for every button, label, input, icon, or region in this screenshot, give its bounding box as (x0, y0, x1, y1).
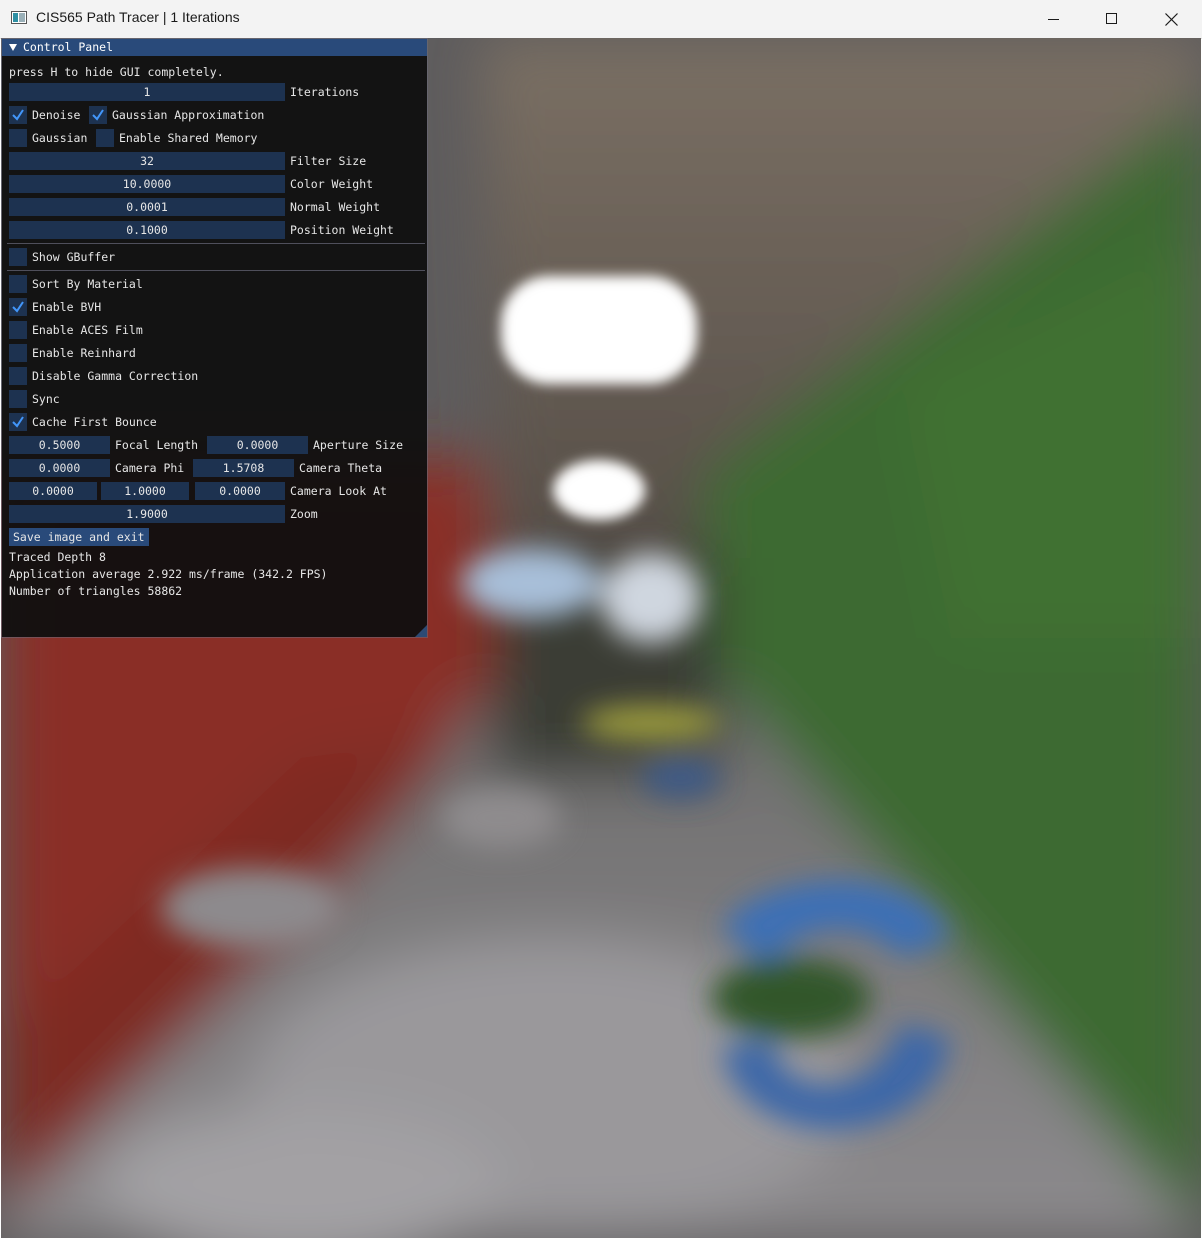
normal-weight-label: Normal Weight (290, 200, 381, 214)
panel-header[interactable]: Control Panel (2, 39, 427, 56)
maximize-button[interactable] (1083, 0, 1141, 38)
color-weight-input[interactable]: 10.0000 (9, 175, 285, 193)
zoom-input[interactable]: 1.9000 (9, 505, 285, 523)
separator (7, 270, 425, 271)
aperture-size-input[interactable]: 0.0000 (207, 436, 308, 454)
sync-checkbox[interactable] (9, 390, 27, 408)
look-at-label: Camera Look At (290, 484, 387, 498)
normal-weight-input[interactable]: 0.0001 (9, 198, 285, 216)
enable-bvh-checkbox[interactable] (9, 298, 27, 316)
disable-gamma-checkbox[interactable] (9, 367, 27, 385)
aperture-size-label: Aperture Size (313, 438, 404, 452)
minimize-button[interactable] (1025, 0, 1083, 38)
zoom-label: Zoom (290, 507, 318, 521)
look-at-z-input[interactable]: 0.0000 (195, 482, 285, 500)
sort-by-material-checkbox[interactable] (9, 275, 27, 293)
camera-phi-input[interactable]: 0.0000 (9, 459, 110, 477)
triangle-count-text: Number of triangles 58862 (9, 584, 183, 598)
cache-first-bounce-label: Cache First Bounce (32, 415, 157, 429)
show-gbuffer-label: Show GBuffer (32, 250, 116, 264)
position-weight-input[interactable]: 0.1000 (9, 221, 285, 239)
save-image-button[interactable]: Save image and exit (9, 528, 149, 546)
sync-label: Sync (32, 392, 60, 406)
gaussian-label: Gaussian (32, 131, 88, 145)
minimize-icon (1048, 19, 1059, 20)
resize-grip-icon[interactable] (415, 625, 427, 637)
close-button[interactable] (1142, 0, 1200, 38)
disable-gamma-label: Disable Gamma Correction (32, 369, 199, 383)
maximize-icon (1106, 13, 1117, 24)
enable-bvh-label: Enable BVH (32, 300, 102, 314)
gaussian-checkbox[interactable] (9, 129, 27, 147)
enable-aces-checkbox[interactable] (9, 321, 27, 339)
focal-length-input[interactable]: 0.5000 (9, 436, 110, 454)
filter-size-slider[interactable]: 32 (9, 152, 285, 170)
hint-text: press H to hide GUI completely. (9, 65, 224, 79)
denoise-label: Denoise (32, 108, 81, 122)
window-title: CIS565 Path Tracer | 1 Iterations (36, 9, 240, 25)
traced-depth-text: Traced Depth 8 (9, 550, 106, 564)
close-icon (1164, 12, 1178, 26)
cache-first-bounce-checkbox[interactable] (9, 413, 27, 431)
app-average-text: Application average 2.922 ms/frame (342.… (9, 567, 328, 581)
checkmark-icon (12, 301, 24, 313)
title-bar[interactable]: CIS565 Path Tracer | 1 Iterations (0, 0, 1202, 39)
separator (7, 243, 425, 244)
iterations-slider[interactable]: 1 (9, 83, 285, 101)
sort-by-material-label: Sort By Material (32, 277, 143, 291)
control-panel[interactable]: Control Panel press H to hide GUI comple… (2, 39, 427, 637)
focal-length-label: Focal Length (115, 438, 199, 452)
camera-theta-label: Camera Theta (299, 461, 383, 475)
denoise-checkbox[interactable] (9, 106, 27, 124)
camera-theta-input[interactable]: 1.5708 (193, 459, 294, 477)
position-weight-label: Position Weight (290, 223, 394, 237)
show-gbuffer-checkbox[interactable] (9, 248, 27, 266)
enable-reinhard-checkbox[interactable] (9, 344, 27, 362)
enable-aces-label: Enable ACES Film (32, 323, 143, 337)
checkmark-icon (92, 109, 104, 121)
app-icon (11, 11, 27, 24)
panel-title: Control Panel (23, 40, 114, 54)
enable-reinhard-label: Enable Reinhard (32, 346, 136, 360)
filter-size-label: Filter Size (290, 154, 367, 168)
gaussian-approx-checkbox[interactable] (89, 106, 107, 124)
checkmark-icon (12, 416, 24, 428)
shared-memory-checkbox[interactable] (96, 129, 114, 147)
collapse-arrow-icon[interactable] (9, 44, 17, 51)
iterations-label: Iterations (290, 85, 360, 99)
look-at-y-input[interactable]: 1.0000 (101, 482, 189, 500)
color-weight-label: Color Weight (290, 177, 374, 191)
look-at-x-input[interactable]: 0.0000 (9, 482, 97, 500)
shared-memory-label: Enable Shared Memory (119, 131, 258, 145)
camera-phi-label: Camera Phi (115, 461, 185, 475)
checkmark-icon (12, 109, 24, 121)
gaussian-approx-label: Gaussian Approximation (112, 108, 265, 122)
